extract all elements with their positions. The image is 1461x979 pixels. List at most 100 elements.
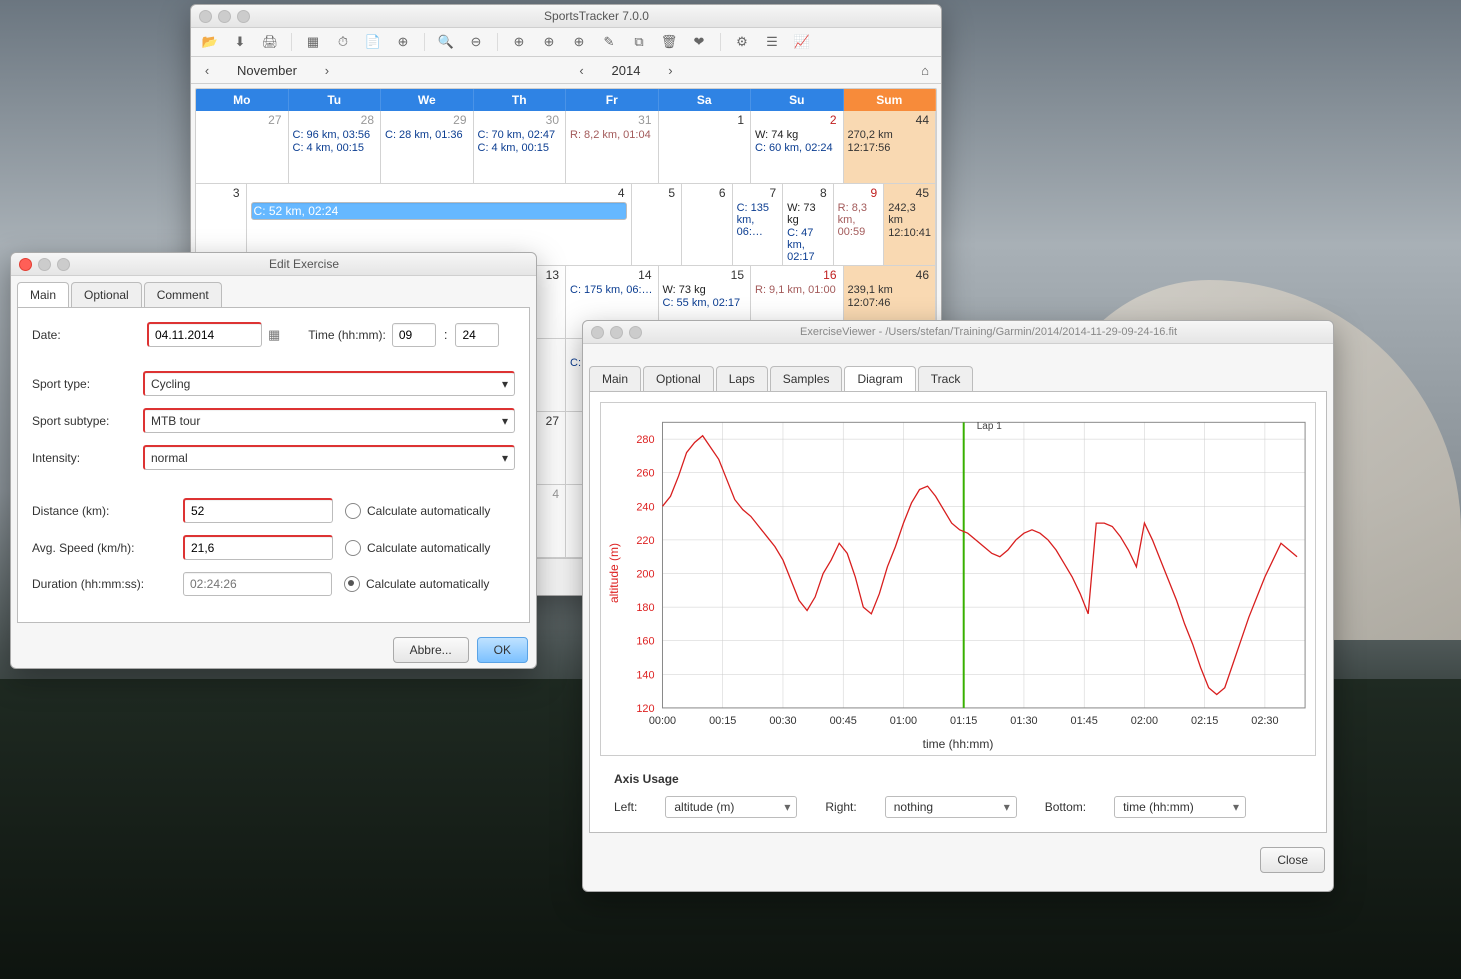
print-icon[interactable]: 🖨 [257, 31, 283, 53]
abort-button[interactable]: Abbre... [393, 637, 469, 663]
stopwatch-icon[interactable]: ⏱ [330, 31, 356, 53]
tab-main[interactable]: Main [589, 366, 641, 391]
day-head-sum: Sum [844, 89, 937, 111]
filter-icon[interactable]: ☰ [759, 31, 785, 53]
date-field[interactable] [147, 322, 262, 347]
cal-cell[interactable]: 27 [196, 111, 289, 184]
distance-field[interactable] [183, 498, 333, 523]
svg-text:01:30: 01:30 [1010, 715, 1037, 727]
main-toolbar: 📂 ⬇ 🖨 ▦ ⏱ 📄 ⊕ 🔍 ⊖ ⊕ ⊕ ⊕ ✎ ⧉ 🗑 ❤ ⚙ ☰ 📈 [191, 28, 941, 57]
sport-label: Sport type: [32, 377, 143, 391]
svg-text:180: 180 [636, 602, 654, 614]
tab-main[interactable]: Main [17, 282, 69, 307]
cal-cell[interactable]: 2W: 74 kgC: 60 km, 02:24 [751, 111, 844, 184]
selected-entry[interactable]: C: 52 km, 02:24 [251, 202, 627, 220]
right-axis-label: Right: [825, 800, 856, 814]
viewer-titlebar: ExerciseViewer - /Users/stefan/Training/… [583, 321, 1333, 344]
intensity-select[interactable]: normal▾ [143, 445, 515, 470]
left-axis-select[interactable]: altitude (m) [665, 796, 797, 818]
svg-text:140: 140 [636, 669, 654, 681]
main-titlebar: SportsTracker 7.0.0 [191, 5, 941, 28]
duration-auto-radio[interactable]: Calculate automatically [344, 576, 489, 592]
delete-icon[interactable]: 🗑 [656, 31, 682, 53]
prev-year-button[interactable]: ‹ [572, 60, 592, 80]
add-note-icon[interactable]: ⊕ [536, 31, 562, 53]
cal-cell[interactable]: 6 [682, 184, 733, 266]
close-button[interactable]: Close [1260, 847, 1325, 873]
calendar-picker-icon[interactable]: ▦ [268, 327, 280, 343]
duration-label: Duration (hh:mm:ss): [32, 577, 172, 591]
weight-icon[interactable]: ⊕ [390, 31, 416, 53]
tab-samples[interactable]: Samples [770, 366, 843, 391]
edit-icon[interactable]: ✎ [596, 31, 622, 53]
add-weight-icon[interactable]: ⊕ [566, 31, 592, 53]
duration-field[interactable] [183, 572, 332, 596]
zoom-dot[interactable] [57, 258, 70, 271]
cal-cell[interactable]: 31R: 8,2 km, 01:04 [566, 111, 659, 184]
tab-track[interactable]: Track [918, 366, 974, 391]
cal-sum: 45242,3 km12:10:41 [884, 184, 936, 266]
speed-auto-radio[interactable]: Calculate automatically [345, 540, 490, 556]
right-axis-select[interactable]: nothing [885, 796, 1017, 818]
copy-icon[interactable]: ⧉ [626, 31, 652, 53]
edit-title: Edit Exercise [80, 257, 528, 271]
cal-cell[interactable]: 9R: 8,3 km, 00:59 [834, 184, 885, 266]
cal-cell[interactable]: 29C: 28 km, 01:36 [381, 111, 474, 184]
zoom-dot[interactable] [237, 10, 250, 23]
viewer-title: ExerciseViewer - /Users/stefan/Training/… [652, 326, 1325, 338]
ok-button[interactable]: OK [477, 637, 528, 663]
zoom-in-icon[interactable]: 🔍 [433, 31, 459, 53]
min-dot[interactable] [218, 10, 231, 23]
next-year-button[interactable]: › [660, 60, 680, 80]
close-dot[interactable] [19, 258, 32, 271]
day-head-th: Th [474, 89, 567, 111]
distance-auto-radio[interactable]: Calculate automatically [345, 503, 490, 519]
speed-label: Avg. Speed (km/h): [32, 541, 147, 555]
min-dot[interactable] [38, 258, 51, 271]
home-icon[interactable]: ⌂ [915, 60, 935, 80]
chevron-down-icon: ▾ [502, 377, 508, 391]
time-hh-field[interactable] [392, 323, 436, 347]
next-month-button[interactable]: › [317, 60, 337, 80]
calendar-icon[interactable]: ▦ [300, 31, 326, 53]
open-icon[interactable]: 📂 [197, 31, 223, 53]
hrm-icon[interactable]: ❤ [686, 31, 712, 53]
bottom-axis-select[interactable]: time (hh:mm) [1114, 796, 1246, 818]
tab-optional[interactable]: Optional [71, 282, 142, 307]
min-dot[interactable] [610, 326, 623, 339]
svg-text:02:15: 02:15 [1191, 715, 1218, 727]
main-title: SportsTracker 7.0.0 [260, 9, 933, 23]
add-exercise-icon[interactable]: ⊕ [506, 31, 532, 53]
exercise-viewer-window: ExerciseViewer - /Users/stefan/Training/… [582, 320, 1334, 892]
svg-text:00:30: 00:30 [769, 715, 796, 727]
tab-diagram[interactable]: Diagram [844, 366, 915, 391]
speed-field[interactable] [183, 535, 333, 560]
cal-cell[interactable]: 8W: 73 kgC: 47 km, 02:17 [783, 184, 834, 266]
time-mm-field[interactable] [455, 323, 499, 347]
sport-subtype-select[interactable]: MTB tour▾ [143, 408, 515, 433]
cal-sum: 44270,2 km12:17:56 [844, 111, 937, 184]
tab-laps[interactable]: Laps [716, 366, 768, 391]
tab-optional[interactable]: Optional [643, 366, 714, 391]
day-head-tu: Tu [289, 89, 382, 111]
svg-text:200: 200 [636, 568, 654, 580]
zoom-out-icon[interactable]: ⊖ [463, 31, 489, 53]
close-dot[interactable] [199, 10, 212, 23]
cal-cell[interactable]: 28C: 96 km, 03:56C: 4 km, 00:15 [289, 111, 382, 184]
svg-text:240: 240 [636, 501, 654, 513]
close-dot[interactable] [591, 326, 604, 339]
altitude-chart: altitude (m) time (hh:mm) Lap 1 12014016… [600, 402, 1316, 756]
svg-text:00:00: 00:00 [649, 715, 676, 727]
settings-icon[interactable]: ⚙ [729, 31, 755, 53]
sport-type-select[interactable]: Cycling▾ [143, 371, 515, 396]
tab-comment[interactable]: Comment [144, 282, 222, 307]
cal-cell[interactable]: 1 [659, 111, 752, 184]
save-icon[interactable]: ⬇ [227, 31, 253, 53]
cal-cell[interactable]: 30C: 70 km, 02:47C: 4 km, 00:15 [474, 111, 567, 184]
prev-month-button[interactable]: ‹ [197, 60, 217, 80]
cal-cell[interactable]: 5 [632, 184, 683, 266]
zoom-dot[interactable] [629, 326, 642, 339]
note-icon[interactable]: 📄 [360, 31, 386, 53]
cal-cell[interactable]: 7C: 135 km, 06:… [733, 184, 784, 266]
stats-icon[interactable]: 📈 [789, 31, 815, 53]
